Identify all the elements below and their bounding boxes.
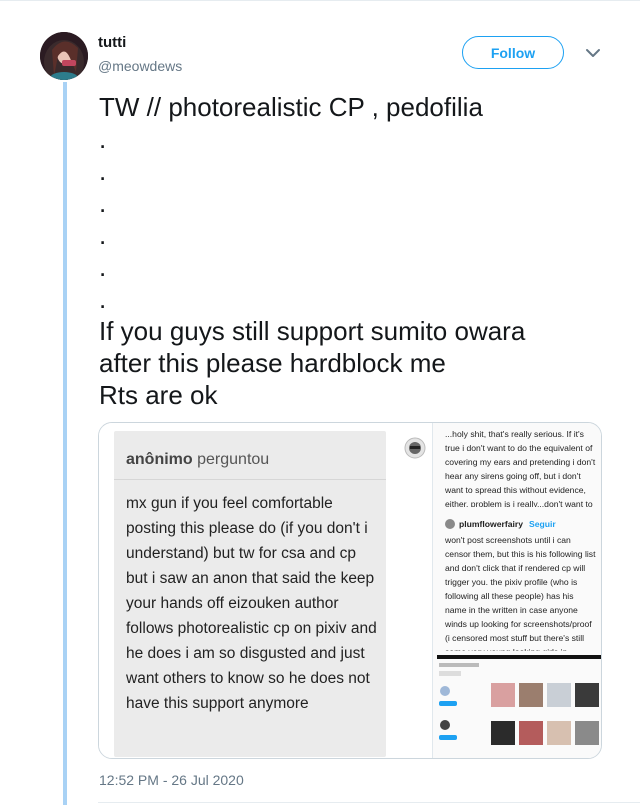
- media-card[interactable]: anônimo perguntou mx gun if you feel com…: [98, 422, 602, 759]
- avatar-image: [40, 32, 88, 80]
- follow-button[interactable]: Follow: [462, 36, 564, 69]
- chevron-down-icon[interactable]: [584, 44, 602, 62]
- tweet-text: TW // photorealistic CP , pedofilia . . …: [99, 92, 526, 410]
- author-name[interactable]: tutti: [98, 34, 126, 51]
- screenshot-top-text: ...holy shit, that's really serious. If …: [445, 429, 596, 507]
- ask-divider: [114, 479, 386, 480]
- ask-asker: anônimo: [126, 451, 193, 468]
- thread-line: [63, 82, 67, 805]
- author-handle[interactable]: @meowdews: [98, 58, 182, 74]
- screenshot-username: plumflowerfairy: [459, 519, 523, 529]
- screenshot-reply-text: won't post screenshots until i can censo…: [445, 535, 596, 651]
- tumblr-screenshot: ...holy shit, that's really serious. If …: [432, 423, 601, 758]
- ask-verb: perguntou: [197, 451, 270, 468]
- tweet-timestamp[interactable]: 12:52 PM - 26 Jul 2020: [99, 772, 244, 788]
- bottom-divider: [98, 802, 640, 803]
- ask-body: mx gun if you feel comfortable posting t…: [126, 495, 377, 712]
- screenshot-follow: Seguir: [529, 519, 556, 529]
- user-avatar-icon: [445, 519, 455, 529]
- ask-header: anônimo perguntou: [126, 451, 269, 469]
- anon-avatar-icon: [404, 437, 426, 459]
- author-avatar[interactable]: [40, 32, 88, 80]
- screenshot-user: plumflowerfairy Seguir: [445, 519, 556, 529]
- top-divider: [0, 0, 640, 1]
- ask-screenshot: anônimo perguntou mx gun if you feel com…: [99, 423, 432, 758]
- censored-thumbnails: [437, 655, 601, 745]
- ask-box: anônimo perguntou mx gun if you feel com…: [114, 431, 386, 757]
